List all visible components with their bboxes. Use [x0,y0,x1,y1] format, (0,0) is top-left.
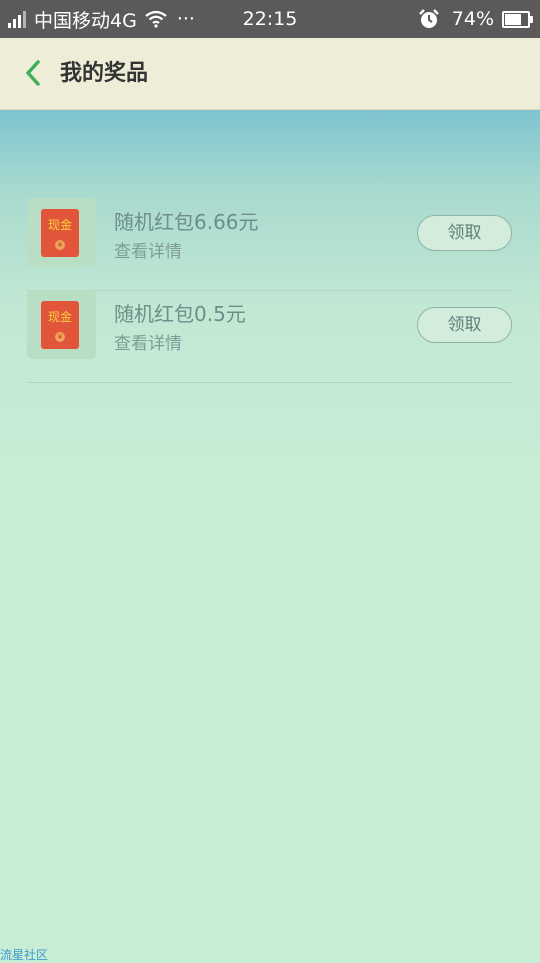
watermark: 流星社区 [0,948,49,962]
prize-name: 随机红包0.5元 [114,302,246,326]
prize-thumbnail: 现金 ¥ [27,198,96,267]
prize-item[interactable]: 现金 ¥ 随机红包0.5元 查看详情 领取 [27,290,513,383]
view-details-link[interactable]: 查看详情 [114,237,182,262]
prize-name: 随机红包6.66元 [114,210,259,234]
page-title: 我的奖品 [60,61,149,86]
view-details-link[interactable]: 查看详情 [114,329,182,354]
battery-icon [502,10,533,28]
prize-item[interactable]: 现金 ¥ 随机红包6.66元 查看详情 领取 [27,198,513,291]
red-packet-icon: 现金 ¥ [41,209,79,257]
chevron-left-icon [26,60,40,86]
status-bar: 中国移动4G ··· 22:15 74% [0,0,540,38]
coin-icon: ¥ [55,332,65,342]
coin-icon: ¥ [55,240,65,250]
battery-percent: 74% [451,8,494,30]
prize-list: 现金 ¥ 随机红包6.66元 查看详情 领取 现金 ¥ 随机红包0.5元 查看详… [0,110,540,960]
red-packet-label: 现金 [47,218,72,232]
back-button[interactable] [16,56,50,90]
battery-fill [505,13,522,25]
alarm-icon [418,9,439,28]
prize-thumbnail: 现金 ¥ [27,290,96,359]
claim-button[interactable]: 领取 [417,307,512,343]
clock: 22:15 [242,8,298,30]
claim-button[interactable]: 领取 [417,215,512,251]
red-packet-icon: 现金 ¥ [41,301,79,349]
red-packet-label: 现金 [47,310,72,324]
app-header: 我的奖品 [0,38,540,110]
status-right: 74% [418,0,533,38]
